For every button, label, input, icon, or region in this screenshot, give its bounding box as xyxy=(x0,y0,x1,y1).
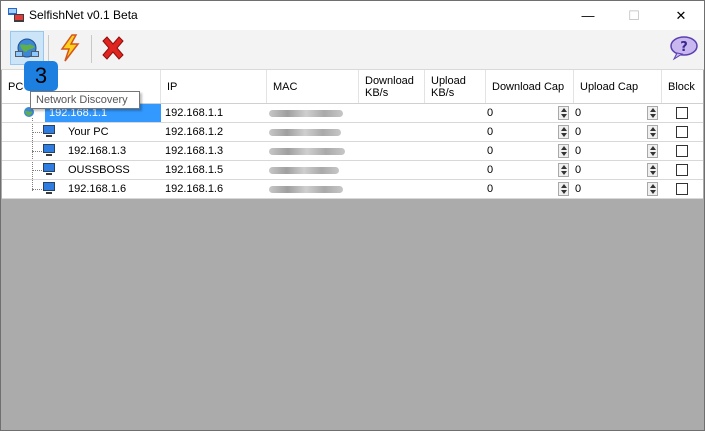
download-cap-spinner[interactable] xyxy=(558,144,569,158)
upload-cap-spinner[interactable] xyxy=(647,182,658,196)
step-badge: 3 xyxy=(24,61,58,91)
upload-cap-spinner[interactable] xyxy=(647,106,658,120)
title-bar[interactable]: SelfishNet v0.1 Beta — ☐ ✕ xyxy=(1,1,704,30)
pc-name: OUSSBOSS xyxy=(68,164,130,176)
computer-icon xyxy=(43,144,55,156)
download-cap-spinner[interactable] xyxy=(558,125,569,139)
window-title: SelfishNet v0.1 Beta xyxy=(29,8,138,22)
minimize-button[interactable]: — xyxy=(565,1,611,30)
tree-branch xyxy=(32,170,42,171)
download-cap-input[interactable]: 0 xyxy=(483,104,553,122)
lightning-icon xyxy=(60,34,80,62)
ip-cell: 192.168.1.5 xyxy=(165,164,224,176)
close-icon: ✕ xyxy=(675,7,687,23)
pc-name: 192.168.1.3 xyxy=(68,145,127,157)
table-row[interactable]: OUSSBOSS 192.168.1.5 0 0 xyxy=(2,161,703,180)
column-header-block[interactable]: Block xyxy=(662,70,703,103)
maximize-icon: ☐ xyxy=(628,7,640,23)
upload-rate-cell xyxy=(425,142,486,160)
block-checkbox[interactable] xyxy=(676,183,688,195)
download-rate-cell xyxy=(359,161,425,179)
upload-rate-cell xyxy=(425,123,486,141)
tree-branch xyxy=(32,189,42,190)
device-grid: PC IP MAC Download KB/s Upload KB/s Down… xyxy=(2,70,703,199)
upload-cap-spinner[interactable] xyxy=(647,144,658,158)
download-rate-cell xyxy=(359,142,425,160)
mac-cell-redacted xyxy=(269,129,341,136)
mac-cell-redacted xyxy=(269,186,343,193)
pc-name: 192.168.1.6 xyxy=(68,183,127,195)
flash-button[interactable] xyxy=(53,31,87,65)
ip-cell: 192.168.1.6 xyxy=(165,183,224,195)
download-cap-input[interactable]: 0 xyxy=(483,123,553,141)
toolbar: ? xyxy=(1,30,704,70)
column-header-upload[interactable]: Upload KB/s xyxy=(425,70,486,103)
help-button[interactable]: ? xyxy=(667,31,701,65)
block-checkbox[interactable] xyxy=(676,164,688,176)
download-cap-input[interactable]: 0 xyxy=(483,180,553,198)
column-header-upload-cap[interactable]: Upload Cap xyxy=(574,70,662,103)
upload-cap-spinner[interactable] xyxy=(647,163,658,177)
download-rate-cell xyxy=(359,180,425,198)
minimize-icon: — xyxy=(581,8,595,23)
table-row[interactable]: 192.168.1.3 192.168.1.3 0 0 xyxy=(2,142,703,161)
download-cap-input[interactable]: 0 xyxy=(483,161,553,179)
toolbar-separator xyxy=(91,35,92,63)
download-cap-spinner[interactable] xyxy=(558,182,569,196)
mac-cell-redacted xyxy=(269,110,343,117)
upload-rate-cell xyxy=(425,180,486,198)
svg-text:?: ? xyxy=(680,40,688,55)
mac-cell-redacted xyxy=(269,167,339,174)
column-header-mac[interactable]: MAC xyxy=(267,70,359,103)
block-checkbox[interactable] xyxy=(676,107,688,119)
maximize-button[interactable]: ☐ xyxy=(611,1,657,30)
globe-network-icon xyxy=(15,38,39,58)
download-rate-cell xyxy=(359,104,425,122)
upload-cap-spinner[interactable] xyxy=(647,125,658,139)
upload-cap-input[interactable]: 0 xyxy=(571,123,641,141)
toolbar-separator xyxy=(48,35,49,63)
computer-icon xyxy=(43,125,55,137)
download-cap-spinner[interactable] xyxy=(558,106,569,120)
table-row[interactable]: Your PC 192.168.1.2 0 0 xyxy=(2,123,703,142)
download-cap-input[interactable]: 0 xyxy=(483,142,553,160)
ip-cell: 192.168.1.1 xyxy=(165,107,224,119)
tree-branch xyxy=(32,151,42,152)
close-button[interactable]: ✕ xyxy=(658,1,704,30)
ip-cell: 192.168.1.3 xyxy=(165,145,224,157)
table-row[interactable]: 192.168.1.6 192.168.1.6 0 0 xyxy=(2,180,703,199)
computer-icon xyxy=(43,182,55,194)
pc-name: Your PC xyxy=(68,126,109,138)
download-rate-cell xyxy=(359,123,425,141)
mac-cell-redacted xyxy=(269,148,345,155)
tree-branch xyxy=(32,132,42,133)
upload-cap-input[interactable]: 0 xyxy=(571,104,641,122)
upload-cap-input[interactable]: 0 xyxy=(571,142,641,160)
help-bubble-icon: ? xyxy=(670,36,698,61)
column-header-download[interactable]: Download KB/s xyxy=(359,70,425,103)
upload-rate-cell xyxy=(425,104,486,122)
upload-cap-input[interactable]: 0 xyxy=(571,161,641,179)
app-icon xyxy=(8,8,24,22)
block-checkbox[interactable] xyxy=(676,126,688,138)
column-header-download-cap[interactable]: Download Cap xyxy=(486,70,574,103)
upload-rate-cell xyxy=(425,161,486,179)
network-discovery-button[interactable] xyxy=(10,31,44,65)
computer-icon xyxy=(43,163,55,175)
block-checkbox[interactable] xyxy=(676,145,688,157)
ip-cell: 192.168.1.2 xyxy=(165,126,224,138)
app-window: SelfishNet v0.1 Beta — ☐ ✕ ? PC IP MAC D… xyxy=(0,0,705,431)
stop-button[interactable] xyxy=(96,31,130,65)
tooltip: Network Discovery xyxy=(30,91,140,109)
red-x-icon xyxy=(102,36,124,60)
column-header-ip[interactable]: IP xyxy=(161,70,267,103)
upload-cap-input[interactable]: 0 xyxy=(571,180,641,198)
download-cap-spinner[interactable] xyxy=(558,163,569,177)
